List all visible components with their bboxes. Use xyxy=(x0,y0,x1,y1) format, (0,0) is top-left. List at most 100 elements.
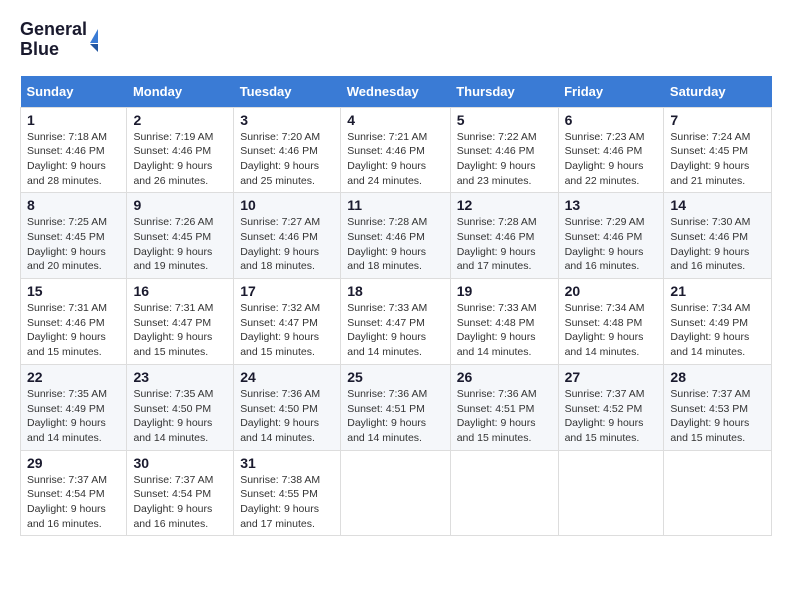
daylight-text: Daylight: 9 hours and 16 minutes. xyxy=(27,502,120,531)
day-number: 6 xyxy=(565,112,658,128)
day-number: 1 xyxy=(27,112,120,128)
sunset-text: Sunset: 4:46 PM xyxy=(347,144,443,159)
day-info: Sunrise: 7:37 AM Sunset: 4:54 PM Dayligh… xyxy=(27,473,120,532)
sunrise-text: Sunrise: 7:19 AM xyxy=(133,130,227,145)
header-row: SundayMondayTuesdayWednesdayThursdayFrid… xyxy=(21,76,772,108)
daylight-text: Daylight: 9 hours and 14 minutes. xyxy=(347,330,443,359)
col-header-wednesday: Wednesday xyxy=(341,76,450,108)
sunset-text: Sunset: 4:46 PM xyxy=(565,144,658,159)
day-number: 29 xyxy=(27,455,120,471)
day-number: 18 xyxy=(347,283,443,299)
day-number: 3 xyxy=(240,112,334,128)
day-number: 21 xyxy=(670,283,765,299)
logo-text: General Blue xyxy=(20,20,87,60)
day-cell-29: 29 Sunrise: 7:37 AM Sunset: 4:54 PM Dayl… xyxy=(21,450,127,536)
sunset-text: Sunset: 4:46 PM xyxy=(27,144,120,159)
sunrise-text: Sunrise: 7:36 AM xyxy=(457,387,552,402)
daylight-text: Daylight: 9 hours and 18 minutes. xyxy=(347,245,443,274)
sunset-text: Sunset: 4:46 PM xyxy=(27,316,120,331)
sunrise-text: Sunrise: 7:32 AM xyxy=(240,301,334,316)
day-info: Sunrise: 7:31 AM Sunset: 4:46 PM Dayligh… xyxy=(27,301,120,360)
day-number: 7 xyxy=(670,112,765,128)
sunrise-text: Sunrise: 7:25 AM xyxy=(27,215,120,230)
sunrise-text: Sunrise: 7:31 AM xyxy=(133,301,227,316)
day-info: Sunrise: 7:31 AM Sunset: 4:47 PM Dayligh… xyxy=(133,301,227,360)
day-number: 13 xyxy=(565,197,658,213)
sunset-text: Sunset: 4:54 PM xyxy=(133,487,227,502)
day-number: 10 xyxy=(240,197,334,213)
sunset-text: Sunset: 4:47 PM xyxy=(240,316,334,331)
calendar-table: SundayMondayTuesdayWednesdayThursdayFrid… xyxy=(20,76,772,537)
day-info: Sunrise: 7:20 AM Sunset: 4:46 PM Dayligh… xyxy=(240,130,334,189)
week-row-1: 1 Sunrise: 7:18 AM Sunset: 4:46 PM Dayli… xyxy=(21,107,772,193)
sunset-text: Sunset: 4:49 PM xyxy=(27,402,120,417)
sunrise-text: Sunrise: 7:31 AM xyxy=(27,301,120,316)
day-cell-22: 22 Sunrise: 7:35 AM Sunset: 4:49 PM Dayl… xyxy=(21,364,127,450)
day-cell-13: 13 Sunrise: 7:29 AM Sunset: 4:46 PM Dayl… xyxy=(558,193,664,279)
day-cell-30: 30 Sunrise: 7:37 AM Sunset: 4:54 PM Dayl… xyxy=(127,450,234,536)
day-info: Sunrise: 7:38 AM Sunset: 4:55 PM Dayligh… xyxy=(240,473,334,532)
daylight-text: Daylight: 9 hours and 16 minutes. xyxy=(565,245,658,274)
daylight-text: Daylight: 9 hours and 23 minutes. xyxy=(457,159,552,188)
daylight-text: Daylight: 9 hours and 17 minutes. xyxy=(240,502,334,531)
day-info: Sunrise: 7:35 AM Sunset: 4:49 PM Dayligh… xyxy=(27,387,120,446)
day-number: 14 xyxy=(670,197,765,213)
day-cell-7: 7 Sunrise: 7:24 AM Sunset: 4:45 PM Dayli… xyxy=(664,107,772,193)
day-number: 11 xyxy=(347,197,443,213)
day-cell-18: 18 Sunrise: 7:33 AM Sunset: 4:47 PM Dayl… xyxy=(341,279,450,365)
day-info: Sunrise: 7:34 AM Sunset: 4:48 PM Dayligh… xyxy=(565,301,658,360)
day-cell-26: 26 Sunrise: 7:36 AM Sunset: 4:51 PM Dayl… xyxy=(450,364,558,450)
col-header-sunday: Sunday xyxy=(21,76,127,108)
week-row-5: 29 Sunrise: 7:37 AM Sunset: 4:54 PM Dayl… xyxy=(21,450,772,536)
sunset-text: Sunset: 4:46 PM xyxy=(457,144,552,159)
sunset-text: Sunset: 4:46 PM xyxy=(565,230,658,245)
day-info: Sunrise: 7:36 AM Sunset: 4:51 PM Dayligh… xyxy=(457,387,552,446)
daylight-text: Daylight: 9 hours and 15 minutes. xyxy=(133,330,227,359)
day-number: 27 xyxy=(565,369,658,385)
day-cell-16: 16 Sunrise: 7:31 AM Sunset: 4:47 PM Dayl… xyxy=(127,279,234,365)
daylight-text: Daylight: 9 hours and 15 minutes. xyxy=(457,416,552,445)
week-row-3: 15 Sunrise: 7:31 AM Sunset: 4:46 PM Dayl… xyxy=(21,279,772,365)
empty-cell xyxy=(341,450,450,536)
day-number: 31 xyxy=(240,455,334,471)
week-row-4: 22 Sunrise: 7:35 AM Sunset: 4:49 PM Dayl… xyxy=(21,364,772,450)
day-info: Sunrise: 7:26 AM Sunset: 4:45 PM Dayligh… xyxy=(133,215,227,274)
sunset-text: Sunset: 4:48 PM xyxy=(565,316,658,331)
day-cell-2: 2 Sunrise: 7:19 AM Sunset: 4:46 PM Dayli… xyxy=(127,107,234,193)
day-number: 26 xyxy=(457,369,552,385)
day-cell-28: 28 Sunrise: 7:37 AM Sunset: 4:53 PM Dayl… xyxy=(664,364,772,450)
sunset-text: Sunset: 4:45 PM xyxy=(133,230,227,245)
week-row-2: 8 Sunrise: 7:25 AM Sunset: 4:45 PM Dayli… xyxy=(21,193,772,279)
day-info: Sunrise: 7:27 AM Sunset: 4:46 PM Dayligh… xyxy=(240,215,334,274)
day-cell-24: 24 Sunrise: 7:36 AM Sunset: 4:50 PM Dayl… xyxy=(234,364,341,450)
day-info: Sunrise: 7:37 AM Sunset: 4:52 PM Dayligh… xyxy=(565,387,658,446)
sunset-text: Sunset: 4:45 PM xyxy=(670,144,765,159)
page-header: General Blue xyxy=(20,20,772,60)
sunset-text: Sunset: 4:46 PM xyxy=(240,230,334,245)
daylight-text: Daylight: 9 hours and 15 minutes. xyxy=(240,330,334,359)
col-header-friday: Friday xyxy=(558,76,664,108)
sunset-text: Sunset: 4:51 PM xyxy=(457,402,552,417)
daylight-text: Daylight: 9 hours and 28 minutes. xyxy=(27,159,120,188)
day-number: 9 xyxy=(133,197,227,213)
day-info: Sunrise: 7:28 AM Sunset: 4:46 PM Dayligh… xyxy=(457,215,552,274)
day-info: Sunrise: 7:34 AM Sunset: 4:49 PM Dayligh… xyxy=(670,301,765,360)
sunrise-text: Sunrise: 7:37 AM xyxy=(670,387,765,402)
sunset-text: Sunset: 4:50 PM xyxy=(240,402,334,417)
day-cell-20: 20 Sunrise: 7:34 AM Sunset: 4:48 PM Dayl… xyxy=(558,279,664,365)
daylight-text: Daylight: 9 hours and 17 minutes. xyxy=(457,245,552,274)
daylight-text: Daylight: 9 hours and 22 minutes. xyxy=(565,159,658,188)
day-info: Sunrise: 7:23 AM Sunset: 4:46 PM Dayligh… xyxy=(565,130,658,189)
day-cell-3: 3 Sunrise: 7:20 AM Sunset: 4:46 PM Dayli… xyxy=(234,107,341,193)
daylight-text: Daylight: 9 hours and 15 minutes. xyxy=(565,416,658,445)
daylight-text: Daylight: 9 hours and 16 minutes. xyxy=(133,502,227,531)
day-number: 28 xyxy=(670,369,765,385)
sunrise-text: Sunrise: 7:28 AM xyxy=(457,215,552,230)
day-cell-6: 6 Sunrise: 7:23 AM Sunset: 4:46 PM Dayli… xyxy=(558,107,664,193)
sunset-text: Sunset: 4:47 PM xyxy=(347,316,443,331)
empty-cell xyxy=(450,450,558,536)
sunrise-text: Sunrise: 7:36 AM xyxy=(240,387,334,402)
daylight-text: Daylight: 9 hours and 25 minutes. xyxy=(240,159,334,188)
logo: General Blue xyxy=(20,20,98,60)
sunrise-text: Sunrise: 7:30 AM xyxy=(670,215,765,230)
